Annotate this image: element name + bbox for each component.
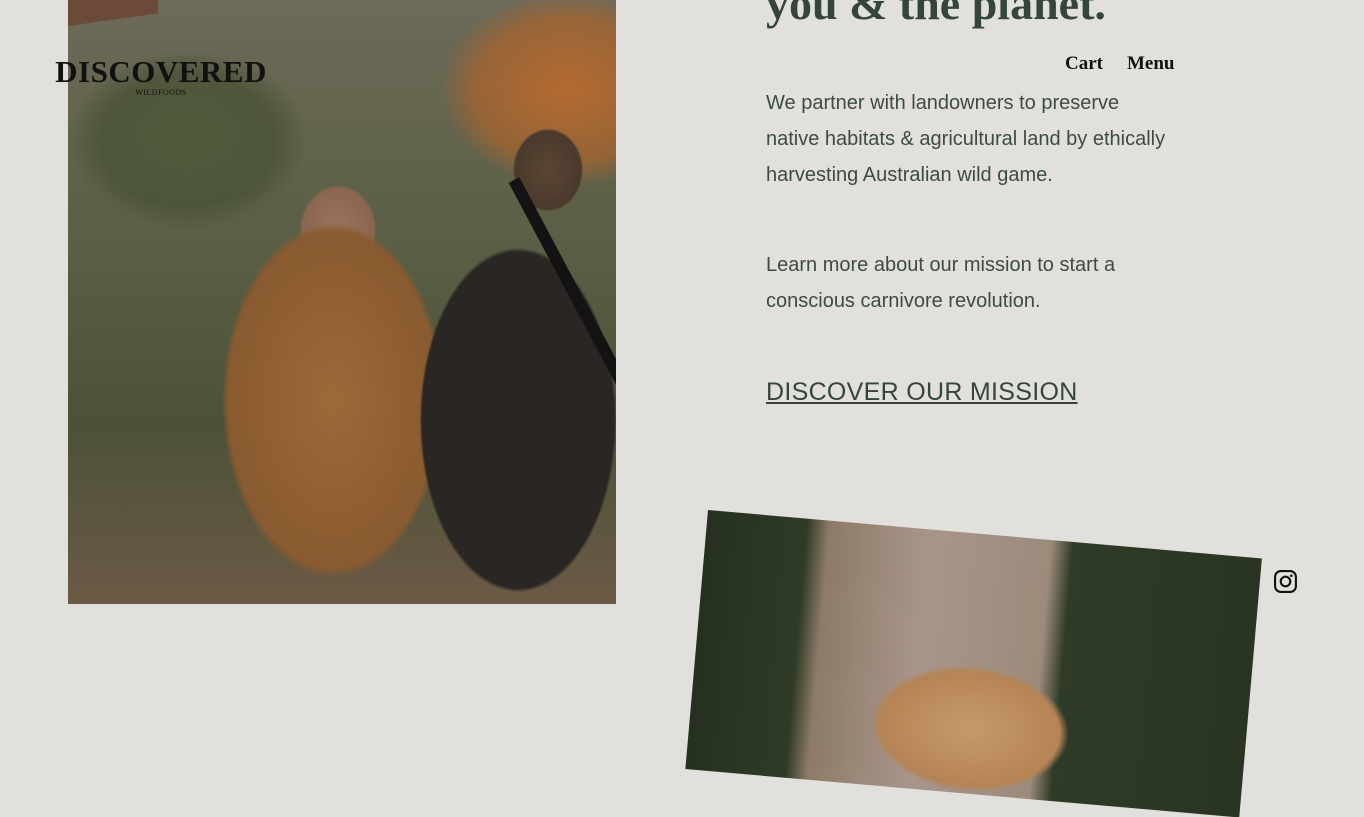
learn-more-paragraph: Learn more about our mission to start a … xyxy=(766,254,1116,312)
food-photo-board xyxy=(685,510,1262,817)
discover-mission-link[interactable]: DISCOVER OUR MISSION xyxy=(766,378,1078,407)
brand-logo[interactable]: DISCOVERED WILDFOODS xyxy=(55,54,267,98)
brand-tagline: WILDFOODS xyxy=(135,88,187,97)
brand-name: DISCOVERED xyxy=(55,54,267,89)
instagram-icon[interactable] xyxy=(1273,569,1298,594)
mission-paragraph: We partner with landowners to preserve n… xyxy=(766,92,1166,186)
section-heading: you & the planet. xyxy=(766,0,1106,29)
photo-awning xyxy=(68,0,158,26)
menu-link[interactable]: Menu xyxy=(1127,53,1175,75)
photo-rifle-strap xyxy=(508,177,616,466)
cart-link[interactable]: Cart xyxy=(1065,53,1103,75)
top-nav: Cart Menu xyxy=(1065,53,1174,75)
